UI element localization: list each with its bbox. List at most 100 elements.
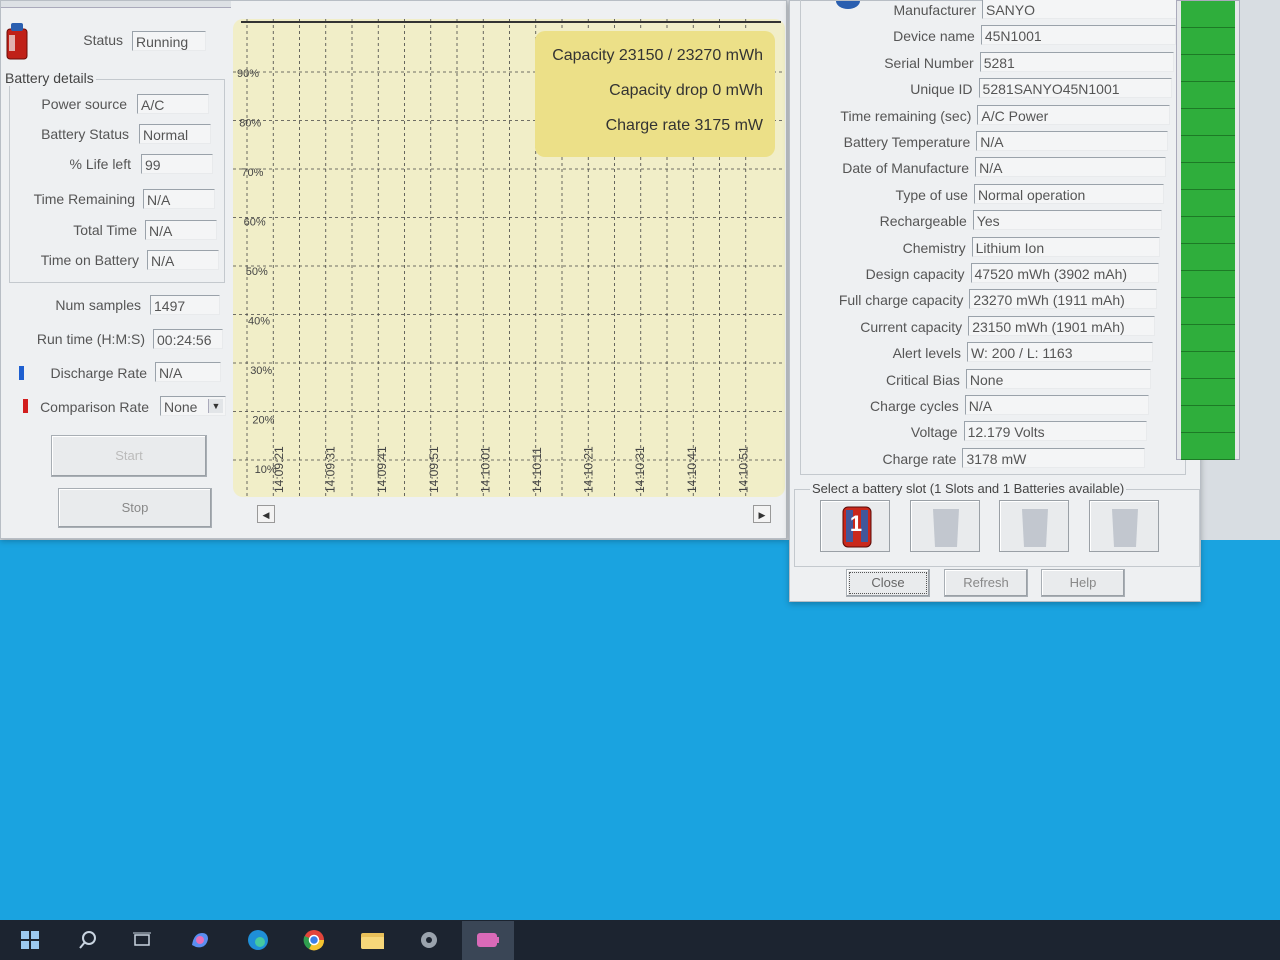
power-source-label: Power source bbox=[41, 96, 127, 112]
charge-level-segment bbox=[1181, 244, 1235, 271]
charge-level-segment bbox=[1181, 1, 1235, 28]
info-field-chemistry: Lithium Ion bbox=[971, 236, 1161, 257]
info-field-serial-number: 5281 bbox=[979, 51, 1175, 72]
info-label-alert-levels: Alert levels bbox=[892, 345, 962, 362]
battery-status-icon bbox=[6, 23, 28, 60]
close-button[interactable]: Close bbox=[846, 569, 930, 597]
charge-level-segment bbox=[1181, 406, 1235, 433]
time-remaining-label: Time Remaining bbox=[33, 191, 135, 207]
battery-monitor-window: Status Running Battery details Power sou… bbox=[0, 0, 787, 539]
comparison-rate-select[interactable]: None ▼ bbox=[160, 396, 226, 416]
x-tick-label: 14:09:41 bbox=[375, 446, 389, 493]
search-icon[interactable] bbox=[76, 929, 100, 951]
refresh-button[interactable]: Refresh bbox=[944, 569, 1028, 597]
info-label-date-of-manufacture: Date of Manufacture bbox=[842, 160, 970, 177]
toolbar-strip bbox=[1, 1, 231, 8]
x-tick-label: 14:09:21 bbox=[272, 446, 286, 493]
x-tick-label: 14:10:21 bbox=[582, 446, 596, 493]
battery-slot-4[interactable] bbox=[1089, 500, 1159, 552]
x-tick-label: 14:10:01 bbox=[478, 446, 492, 493]
num-samples-label: Num samples bbox=[55, 297, 141, 313]
info-label-critical-bias: Critical Bias bbox=[885, 371, 960, 388]
charge-level-segment bbox=[1181, 217, 1235, 244]
x-tick-label: 14:09:51 bbox=[427, 446, 441, 493]
info-label-design-capacity: Design capacity bbox=[865, 266, 965, 282]
chrome-icon[interactable] bbox=[302, 929, 326, 951]
info-label-charge-rate: Charge rate bbox=[882, 450, 957, 467]
info-field-time-remaining-sec: A/C Power bbox=[977, 104, 1171, 125]
comparison-rate-value: None bbox=[164, 399, 198, 415]
time-on-battery-label: Time on Battery bbox=[40, 252, 139, 268]
task-view-icon[interactable] bbox=[130, 929, 154, 951]
comparison-rate-label: Comparison Rate bbox=[40, 399, 149, 415]
charge-level-segment bbox=[1181, 109, 1235, 136]
charge-level-segment bbox=[1181, 433, 1235, 460]
run-time-field: 00:24:56 bbox=[153, 329, 223, 349]
charge-level-segment bbox=[1181, 55, 1235, 82]
run-time-label: Run time (H:M:S) bbox=[36, 331, 145, 347]
info-field-current-capacity: 23150 mWh (1901 mAh) bbox=[968, 315, 1155, 336]
info-label-current-capacity: Current capacity bbox=[860, 318, 963, 335]
charge-level-segment bbox=[1181, 271, 1235, 298]
battery-slot-2[interactable] bbox=[910, 500, 980, 552]
life-left-field: 99 bbox=[141, 154, 213, 174]
charge-level-segment bbox=[1181, 379, 1235, 406]
arrow-right-icon[interactable]: ▶ bbox=[753, 505, 771, 523]
empty-battery-slot-icon bbox=[1022, 509, 1048, 547]
info-field-design-capacity: 47520 mWh (3902 mAh) bbox=[970, 263, 1159, 283]
info-label-serial-number: Serial Number bbox=[884, 54, 974, 71]
charge-level-segment bbox=[1181, 190, 1235, 217]
start-button[interactable]: Start bbox=[51, 435, 207, 477]
capacity-text: Capacity 23150 / 23270 mWh bbox=[552, 47, 763, 64]
battery-chart: 90% 80% 70% 60% 50% 40% 30% 20% 10% 14:09:21 14:09… bbox=[233, 19, 785, 497]
battery-slot-3[interactable] bbox=[999, 500, 1069, 552]
info-label-chemistry: Chemistry bbox=[902, 239, 966, 256]
x-tick-label: 14:10:11 bbox=[530, 447, 544, 493]
arrow-left-icon[interactable]: ◀ bbox=[257, 505, 275, 523]
battery-details-title: Battery details bbox=[3, 70, 96, 86]
discharge-rate-label: Discharge Rate bbox=[50, 365, 148, 381]
y-tick-label: 60% bbox=[244, 217, 266, 229]
x-tick-label: 14:10:41 bbox=[685, 446, 699, 493]
info-field-battery-temperature: N/A bbox=[976, 131, 1169, 151]
battery-slot-1[interactable]: 1 bbox=[820, 500, 890, 552]
battery-app-icon[interactable] bbox=[475, 929, 499, 951]
help-button[interactable]: Help bbox=[1041, 569, 1125, 597]
settings-icon[interactable] bbox=[417, 929, 441, 951]
status-label: Status bbox=[83, 32, 123, 48]
chevron-down-icon[interactable]: ▼ bbox=[208, 399, 223, 413]
charge-level-segment bbox=[1181, 82, 1235, 109]
info-label-rechargeable: Rechargeable bbox=[879, 213, 967, 230]
info-label-battery-temperature: Battery Temperature bbox=[843, 134, 971, 150]
battery-status-field: Normal bbox=[139, 124, 211, 144]
info-field-charge-cycles: N/A bbox=[964, 395, 1149, 415]
info-field-full-charge-capacity: 23270 mWh (1911 mAh) bbox=[969, 289, 1157, 310]
life-left-label: % Life left bbox=[69, 156, 131, 172]
windows-start-icon[interactable] bbox=[18, 929, 42, 951]
info-field-critical-bias: None bbox=[965, 368, 1151, 389]
info-label-manufacturer: Manufacturer bbox=[893, 2, 976, 18]
info-field-voltage: 12.179 Volts bbox=[963, 421, 1147, 442]
num-samples-field: 1497 bbox=[150, 295, 220, 315]
y-tick-label: 70% bbox=[241, 167, 263, 179]
info-label-unique-id: Unique ID bbox=[910, 81, 973, 98]
battery-slot-title: Select a battery slot (1 Slots and 1 Bat… bbox=[810, 481, 1127, 496]
time-on-battery-field: N/A bbox=[147, 250, 219, 270]
charge-level-segment bbox=[1181, 136, 1235, 163]
info-field-date-of-manufacture: N/A bbox=[975, 157, 1167, 178]
charge-rate-text: Charge rate 3175 mW bbox=[605, 117, 763, 134]
stop-button[interactable]: Stop bbox=[58, 488, 212, 528]
charge-level-bar bbox=[1176, 0, 1240, 460]
edge-icon[interactable] bbox=[246, 929, 270, 951]
file-explorer-icon[interactable] bbox=[360, 929, 384, 951]
time-remaining-field: N/A bbox=[143, 189, 215, 209]
discharge-rate-field: N/A bbox=[155, 362, 221, 382]
info-field-type-of-use: Normal operation bbox=[973, 183, 1165, 204]
copilot-icon[interactable] bbox=[188, 929, 212, 951]
y-tick-label: 20% bbox=[252, 415, 274, 427]
chart-scrollbar[interactable]: ◀ ▶ bbox=[257, 505, 775, 523]
charge-level-segment bbox=[1181, 298, 1235, 325]
info-field-alert-levels: W: 200 / L: 1163 bbox=[967, 342, 1153, 363]
info-field-unique-id: 5281SANYO45N1001 bbox=[978, 78, 1173, 99]
info-field-charge-rate: 3178 mW bbox=[962, 447, 1145, 468]
